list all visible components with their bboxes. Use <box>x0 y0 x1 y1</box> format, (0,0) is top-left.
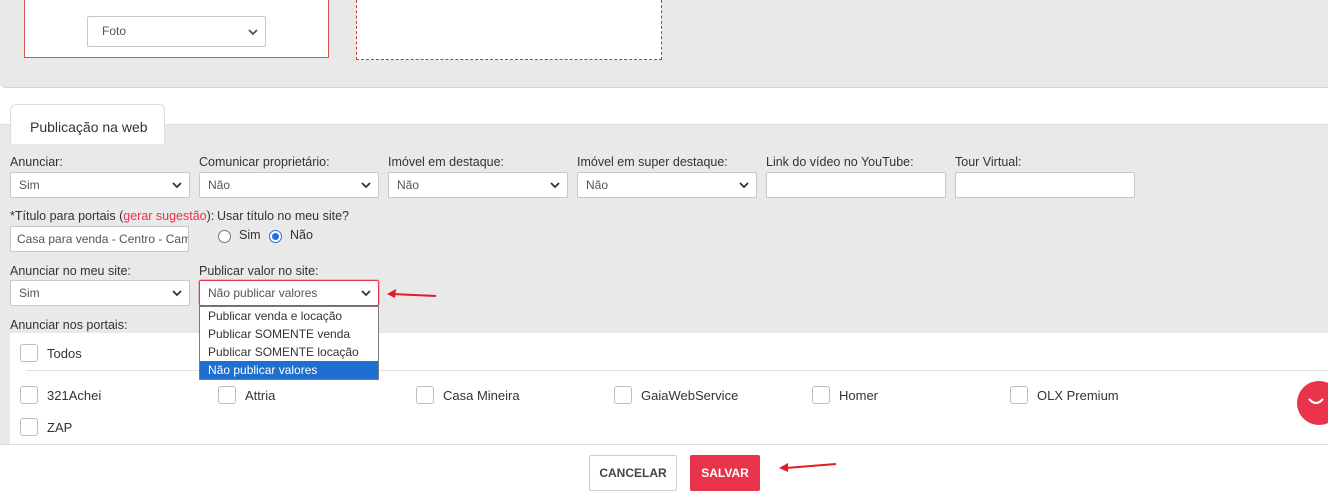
youtube-input[interactable] <box>766 172 946 198</box>
gerar-sugestao-link[interactable]: gerar sugestão <box>123 209 206 223</box>
dropdown-option[interactable]: Publicar SOMENTE venda <box>200 325 378 343</box>
usar-titulo-nao-radio[interactable] <box>269 230 282 243</box>
usar-titulo-nao-label: Não <box>290 228 313 242</box>
portal-checkbox[interactable] <box>20 386 38 404</box>
destaque-value: Não <box>397 178 420 192</box>
chevron-down-icon <box>550 182 560 189</box>
portal-label: GaiaWebService <box>641 388 739 403</box>
anunciar-value: Sim <box>19 178 40 192</box>
photo-drop-zone[interactable] <box>356 0 662 60</box>
photo-type-value: Foto <box>102 24 127 38</box>
chevron-down-icon <box>361 290 371 297</box>
anunciar-select[interactable]: Sim <box>10 172 190 198</box>
meu-site-label: Anunciar no meu site: <box>10 264 131 278</box>
dropdown-option[interactable]: Publicar SOMENTE locação <box>200 343 378 361</box>
portal-checkbox[interactable] <box>416 386 434 404</box>
tour-input[interactable] <box>955 172 1135 198</box>
annotation-arrow-icon <box>779 463 837 472</box>
anunciar-label: Anunciar: <box>10 155 63 169</box>
tour-label: Tour Virtual: <box>955 155 1022 169</box>
chevron-down-icon <box>172 290 182 297</box>
tab-publicacao-web[interactable]: Publicação na web <box>10 104 165 144</box>
chevron-down-icon <box>172 182 182 189</box>
portal-checkbox[interactable] <box>614 386 632 404</box>
publicar-valor-label: Publicar valor no site: <box>199 264 319 278</box>
usar-titulo-sim-label: Sim <box>239 228 261 242</box>
youtube-label: Link do vídeo no YouTube: <box>766 155 914 169</box>
publicar-valor-select[interactable]: Não publicar valores <box>199 280 379 306</box>
chevron-down-icon <box>361 182 371 189</box>
comunicar-value: Não <box>208 178 231 192</box>
portal-checkbox[interactable] <box>1010 386 1028 404</box>
super-destaque-select[interactable]: Não <box>577 172 757 198</box>
portal-label: Casa Mineira <box>443 388 520 403</box>
todos-checkbox[interactable] <box>20 344 38 362</box>
super-destaque-value: Não <box>586 178 609 192</box>
todos-label: Todos <box>47 346 82 361</box>
photo-type-select[interactable]: Foto <box>87 16 266 47</box>
titulo-input[interactable]: Casa para venda - Centro - Camp <box>10 226 189 252</box>
portal-checkbox[interactable] <box>812 386 830 404</box>
titulo-label-suffix: ): <box>206 209 215 223</box>
publicar-valor-dropdown: Publicar venda e locação Publicar SOMENT… <box>199 306 379 380</box>
photo-panel: Foto <box>0 0 1328 88</box>
portal-label: ZAP <box>47 420 73 435</box>
destaque-select[interactable]: Não <box>388 172 568 198</box>
usar-titulo-label: Usar título no meu site? <box>217 209 350 223</box>
portal-label: Attria <box>245 388 276 403</box>
meu-site-select[interactable]: Sim <box>10 280 190 306</box>
comunicar-select[interactable]: Não <box>199 172 379 198</box>
portais-label: Anunciar nos portais: <box>10 318 128 332</box>
destaque-label: Imóvel em destaque: <box>388 155 505 169</box>
titulo-label: *Título para portais (gerar sugestão): <box>10 209 214 223</box>
portal-label: OLX Premium <box>1037 388 1119 403</box>
chevron-down-icon <box>739 182 749 189</box>
cancel-button[interactable]: CANCELAR <box>589 455 677 491</box>
comunicar-label: Comunicar proprietário: <box>199 155 330 169</box>
portal-checkbox[interactable] <box>218 386 236 404</box>
portal-label: Homer <box>839 388 879 403</box>
dropdown-option-selected[interactable]: Não publicar valores <box>200 361 378 379</box>
titulo-label-prefix: *Título para portais ( <box>10 209 124 223</box>
photo-type-box: Foto <box>24 0 329 58</box>
save-button[interactable]: SALVAR <box>690 455 760 491</box>
publicar-valor-value: Não publicar valores <box>208 286 318 300</box>
footer-bar: CANCELAR SALVAR <box>0 444 1328 494</box>
super-destaque-label: Imóvel em super destaque: <box>577 155 728 169</box>
portal-checkbox[interactable] <box>20 418 38 436</box>
usar-titulo-sim-radio[interactable] <box>218 230 231 243</box>
annotation-arrow-icon <box>387 289 437 298</box>
meu-site-value: Sim <box>19 286 40 300</box>
dropdown-option[interactable]: Publicar venda e locação <box>200 307 378 325</box>
tab-label: Publicação na web <box>30 119 148 135</box>
portal-label: 321Achei <box>47 388 102 403</box>
chat-smile-icon <box>1308 398 1324 405</box>
chevron-down-icon <box>248 29 258 36</box>
